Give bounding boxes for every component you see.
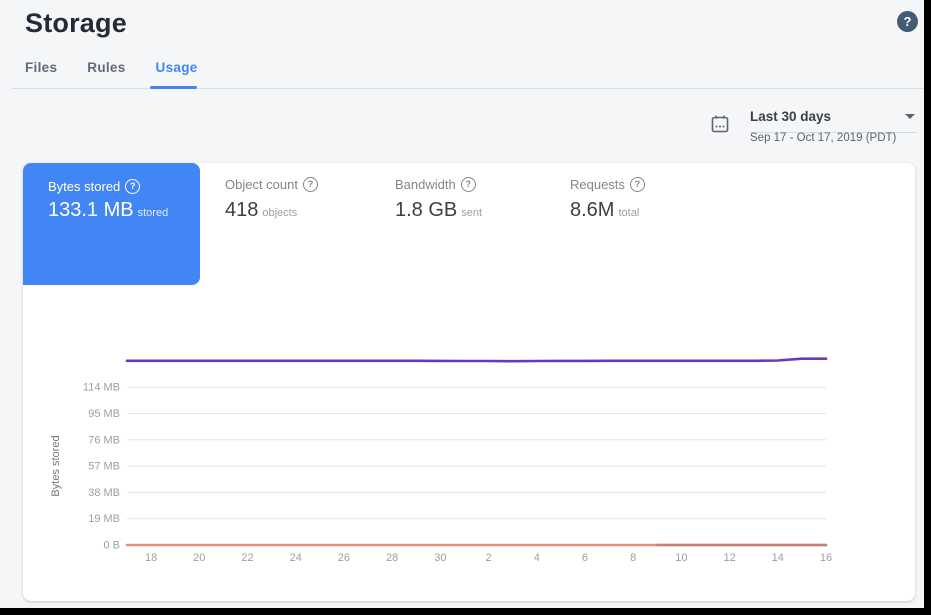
metric-label: Requests ? <box>570 177 645 192</box>
chevron-down-icon <box>905 114 915 119</box>
help-question-icon[interactable]: ? <box>125 179 140 194</box>
svg-text:20: 20 <box>193 552 205 564</box>
svg-text:19 MB: 19 MB <box>88 513 120 525</box>
svg-text:12: 12 <box>723 552 735 564</box>
svg-text:18: 18 <box>145 552 157 564</box>
svg-text:38 MB: 38 MB <box>88 487 120 499</box>
svg-text:28: 28 <box>386 552 398 564</box>
usage-card: Bytes stored ? 133.1 MB stored Object cou… <box>23 163 915 601</box>
date-range-main: Last 30 days <box>750 108 917 133</box>
metric-label: Bytes stored ? <box>48 179 140 194</box>
metric-unit: objects <box>262 207 297 219</box>
date-range-detail: Sep 17 - Oct 17, 2019 (PDT) <box>750 132 896 144</box>
metric-label-text: Requests <box>570 177 625 192</box>
svg-text:114 MB: 114 MB <box>83 382 120 394</box>
svg-text:95 MB: 95 MB <box>88 408 120 420</box>
svg-text:2: 2 <box>485 552 491 564</box>
svg-text:16: 16 <box>820 552 832 564</box>
metric-value-text: 1.8 GB <box>395 199 457 221</box>
metric-label: Object count ? <box>225 177 318 192</box>
metric-unit: stored <box>138 207 169 219</box>
active-tab-indicator <box>150 86 197 89</box>
bytes-stored-line-chart: 0 B 19 MB 38 MB 57 MB 76 MB 95 MB 114 MB Bytes … <box>23 331 915 593</box>
metric-label: Bandwidth ? <box>395 177 482 192</box>
date-range-label: Last 30 days <box>750 109 831 124</box>
help-question-icon[interactable]: ? <box>630 177 645 192</box>
help-question-icon[interactable]: ? <box>461 177 476 192</box>
tab-usage[interactable]: Usage <box>156 60 198 87</box>
help-question-icon[interactable]: ? <box>303 177 318 192</box>
help-icon[interactable]: ? <box>897 11 918 32</box>
page-title: Storage <box>25 8 127 39</box>
svg-text:22: 22 <box>241 552 253 564</box>
metric-unit: sent <box>461 207 482 219</box>
svg-text:26: 26 <box>338 552 350 564</box>
metric-label-text: Object count <box>225 177 298 192</box>
metric-label-text: Bandwidth <box>395 177 456 192</box>
svg-text:30: 30 <box>434 552 446 564</box>
svg-text:0 B: 0 B <box>103 540 120 552</box>
svg-text:10: 10 <box>675 552 687 564</box>
storage-usage-page: Storage ? Files Rules Usage Last 30 days… <box>0 0 924 608</box>
tabs-divider <box>12 88 924 89</box>
svg-text:8: 8 <box>630 552 636 564</box>
metric-value-text: 8.6M <box>570 199 614 221</box>
metric-value-text: 418 <box>225 199 258 221</box>
tab-rules[interactable]: Rules <box>87 60 125 87</box>
metric-object-count[interactable]: Object count ? 418 objects <box>225 177 318 222</box>
metric-bytes-stored[interactable]: Bytes stored ? 133.1 MB stored <box>23 163 200 285</box>
metric-requests[interactable]: Requests ? 8.6M total <box>570 177 645 222</box>
svg-text:4: 4 <box>534 552 540 564</box>
metric-value: 8.6M total <box>570 199 645 222</box>
metric-unit: total <box>618 207 639 219</box>
metric-bandwidth[interactable]: Bandwidth ? 1.8 GB sent <box>395 177 482 222</box>
metric-label-text: Bytes stored <box>48 179 120 194</box>
metric-value: 133.1 MB stored <box>48 199 168 222</box>
calendar-icon <box>710 114 730 134</box>
metric-value-text: 133.1 MB <box>48 199 134 221</box>
metric-value: 418 objects <box>225 199 318 222</box>
svg-text:6: 6 <box>582 552 588 564</box>
svg-text:14: 14 <box>772 552 784 564</box>
metric-value: 1.8 GB sent <box>395 199 482 222</box>
svg-text:76 MB: 76 MB <box>88 434 120 446</box>
tab-files[interactable]: Files <box>25 60 57 87</box>
svg-text:57 MB: 57 MB <box>88 461 120 473</box>
svg-text:24: 24 <box>290 552 302 564</box>
svg-text:Bytes stored: Bytes stored <box>50 435 62 496</box>
tab-bar: Files Rules Usage <box>25 60 228 87</box>
